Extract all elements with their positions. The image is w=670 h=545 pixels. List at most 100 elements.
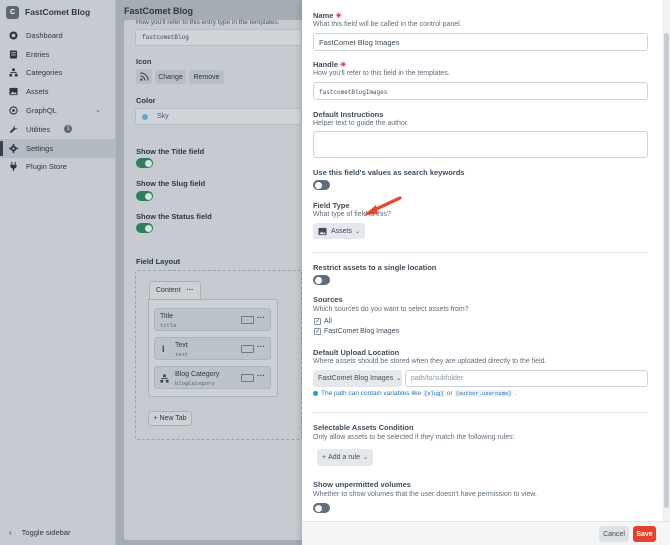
icon-label: Icon bbox=[136, 57, 152, 66]
restrict-location-toggle[interactable] bbox=[313, 275, 330, 285]
tip-end: . bbox=[514, 390, 517, 397]
sources-label: Sources bbox=[313, 295, 343, 304]
path-tip: The path can contain variables like {slu… bbox=[313, 390, 518, 397]
search-keywords-toggle[interactable] bbox=[313, 180, 330, 190]
new-tab-button[interactable]: + New Tab bbox=[148, 411, 192, 426]
cancel-button[interactable]: Cancel bbox=[599, 526, 629, 542]
source-fastcomet-checkbox[interactable]: ✓ FastComet Blog Images bbox=[314, 328, 399, 335]
show-slug-label: Show the Slug field bbox=[136, 179, 206, 188]
show-status-label: Show the Status field bbox=[136, 212, 212, 221]
color-label: Color bbox=[136, 96, 156, 105]
change-icon-button[interactable]: Change bbox=[155, 70, 186, 84]
field-settings-slideout: Name ✳ What this field will be called in … bbox=[302, 0, 670, 545]
categories-icon bbox=[160, 374, 169, 385]
site-logo: C bbox=[6, 5, 19, 19]
layout-field-name: Title bbox=[160, 313, 173, 320]
upload-subpath-input[interactable]: path/to/subfolder bbox=[405, 370, 648, 387]
field-type-select[interactable]: Assets ⌄ bbox=[313, 223, 366, 239]
width-icon[interactable] bbox=[241, 374, 254, 382]
sidebar-item-label: GraphQL bbox=[26, 106, 57, 116]
layout-field-title[interactable]: Title title ··· bbox=[154, 308, 271, 331]
sidebar-item-entries[interactable]: Entries bbox=[0, 45, 115, 64]
chevron-down-icon: ⌄ bbox=[355, 228, 361, 235]
show-title-toggle[interactable] bbox=[136, 158, 153, 168]
width-icon[interactable] bbox=[241, 345, 254, 353]
chevron-down-icon: ⌄ bbox=[363, 455, 369, 461]
width-icon[interactable] bbox=[241, 316, 254, 324]
utilities-badge: 1 bbox=[64, 125, 73, 134]
remove-icon-button[interactable]: Remove bbox=[189, 70, 224, 84]
scrollbar[interactable] bbox=[662, 0, 670, 525]
layout-field-text[interactable]: Text text I ··· bbox=[154, 337, 271, 360]
source-all-checkbox[interactable]: ✓ All bbox=[314, 318, 332, 325]
sidebar-item-settings[interactable]: Settings bbox=[0, 138, 115, 158]
sidebar-item-categories[interactable]: Categories bbox=[0, 64, 115, 83]
unpermitted-help: Whether to show volumes that the user do… bbox=[313, 491, 537, 498]
name-help: What this field will be called in the co… bbox=[313, 21, 462, 28]
sidebar-item-utilities[interactable]: Utilities 1 bbox=[0, 120, 115, 139]
layout-field-handle: text bbox=[175, 351, 189, 358]
toggle-sidebar-label: Toggle sidebar bbox=[21, 528, 71, 537]
scrollbar-thumb[interactable] bbox=[664, 33, 669, 508]
condition-help: Only allow assets to be selected if they… bbox=[313, 434, 515, 441]
tab-label: Content bbox=[156, 287, 181, 294]
more-icon[interactable]: ··· bbox=[186, 287, 193, 294]
tip-or: or bbox=[446, 390, 453, 397]
show-slug-toggle[interactable] bbox=[136, 191, 153, 201]
unpermitted-label: Show unpermitted volumes bbox=[313, 480, 411, 489]
sidebar-item-dashboard[interactable]: Dashboard bbox=[0, 26, 115, 45]
sidebar: C FastComet Blog Dashboard Entries Categ… bbox=[0, 0, 116, 545]
sidebar-item-label: Settings bbox=[26, 143, 54, 153]
tab-content[interactable]: Content ··· bbox=[149, 281, 201, 299]
instructions-label: Default Instructions bbox=[313, 110, 384, 119]
slideout-footer: Cancel Save bbox=[302, 521, 670, 545]
annotation-arrow-icon bbox=[364, 196, 402, 215]
checkbox-label: FastComet Blog Images bbox=[324, 328, 400, 335]
instructions-textarea[interactable] bbox=[313, 131, 648, 158]
divider bbox=[313, 252, 648, 253]
plus-icon: + bbox=[322, 454, 327, 461]
more-icon[interactable]: ··· bbox=[257, 342, 265, 351]
layout-field-handle: title bbox=[160, 322, 177, 329]
sidebar-item-plugin-store[interactable]: Plugin Store bbox=[0, 158, 115, 177]
checkbox-checked-icon: ✓ bbox=[314, 318, 321, 325]
sidebar-item-label: Categories bbox=[26, 68, 63, 78]
upload-volume-select[interactable]: FastComet Blog Images ⌄ bbox=[313, 370, 402, 387]
layout-field-blog-category[interactable]: Blog Category blogCategory ··· bbox=[154, 366, 271, 389]
entry-type-handle-input[interactable]: fastcometBlog bbox=[135, 29, 302, 46]
sources-help: Which sources do you want to select asse… bbox=[313, 306, 469, 313]
text-cursor-icon: I bbox=[162, 344, 165, 354]
gear-icon bbox=[9, 143, 18, 153]
sidebar-item-label: Plugin Store bbox=[26, 162, 67, 172]
toggle-sidebar-button[interactable]: ‹ Toggle sidebar bbox=[9, 528, 70, 537]
image-icon bbox=[9, 87, 18, 96]
sidebar-item-label: Assets bbox=[26, 87, 49, 97]
color-value: Sky bbox=[157, 113, 169, 120]
more-icon[interactable]: ··· bbox=[257, 371, 265, 380]
sidebar-item-assets[interactable]: Assets bbox=[0, 82, 115, 101]
save-button[interactable]: Save bbox=[633, 526, 656, 542]
add-rule-button[interactable]: + Add a rule ⌄ bbox=[317, 449, 374, 466]
restrict-label: Restrict assets to a single location bbox=[313, 263, 437, 272]
handle-help: How you'll refer to this entry type in t… bbox=[136, 19, 280, 26]
categories-icon bbox=[9, 68, 18, 78]
site-name: FastComet Blog bbox=[25, 7, 91, 17]
required-icon: ✳ bbox=[340, 60, 347, 69]
upload-location-label: Default Upload Location bbox=[313, 348, 400, 357]
chevron-down-icon[interactable]: ⌄ bbox=[95, 106, 101, 114]
sidebar-item-label: Entries bbox=[26, 49, 50, 59]
handle-help: How you'll refer to this field in the te… bbox=[313, 70, 450, 77]
unpermitted-volumes-toggle[interactable] bbox=[313, 503, 330, 513]
sidebar-item-label: Utilities bbox=[26, 124, 51, 134]
sidebar-item-graphql[interactable]: GraphQL ⌄ bbox=[0, 101, 115, 120]
color-select[interactable]: Sky bbox=[135, 108, 302, 125]
add-rule-label: Add a rule bbox=[328, 454, 361, 461]
name-input[interactable]: FastComet Blog Images bbox=[313, 33, 648, 51]
condition-label: Selectable Assets Condition bbox=[313, 423, 414, 432]
divider bbox=[313, 412, 648, 413]
instructions-help: Helper text to guide the author. bbox=[313, 120, 409, 127]
site-switcher[interactable]: C FastComet Blog bbox=[0, 0, 115, 24]
handle-input[interactable]: fastcometBlogImages bbox=[313, 82, 648, 100]
show-status-toggle[interactable] bbox=[136, 223, 153, 233]
more-icon[interactable]: ··· bbox=[257, 313, 265, 322]
